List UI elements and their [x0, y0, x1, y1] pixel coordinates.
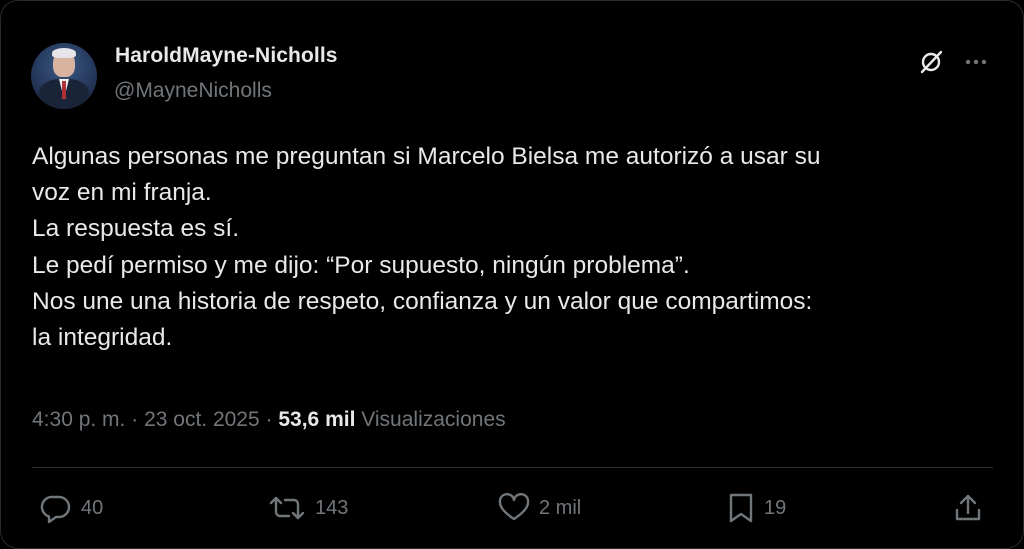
tweet-line: la integridad.: [32, 324, 173, 352]
reply-button[interactable]: 40: [39, 491, 103, 525]
meta-separator: ·: [131, 408, 139, 431]
author-handle[interactable]: @MayneNicholls: [114, 79, 272, 103]
views-label: Visualizaciones: [361, 408, 506, 431]
tweet-line: voz en mi franja.: [32, 179, 212, 207]
more-icon[interactable]: [963, 49, 989, 75]
meta-separator: ·: [265, 408, 273, 431]
bookmark-icon: [729, 493, 753, 523]
divider: [32, 467, 993, 468]
tweet-card: HaroldMayne-Nicholls @MayneNicholls Algu…: [0, 0, 1024, 549]
author-display-name[interactable]: HaroldMayne-Nicholls: [115, 44, 338, 68]
like-icon: [498, 493, 530, 521]
repost-button[interactable]: 143: [267, 491, 348, 525]
like-button[interactable]: 2 mil: [497, 491, 581, 525]
tweet-line: La respuesta es sí.: [32, 215, 240, 243]
share-button[interactable]: [953, 491, 983, 525]
grok-icon[interactable]: [918, 49, 944, 75]
tweet-time[interactable]: 4:30 p. m.: [32, 408, 125, 431]
tweet-line: Algunas personas me preguntan si Marcelo…: [32, 143, 821, 170]
views-count: 53,6 mil: [278, 408, 356, 431]
avatar-hair: [52, 48, 76, 58]
like-count: 2 mil: [539, 496, 582, 519]
bookmark-button[interactable]: 19: [726, 491, 786, 525]
share-icon: [955, 494, 981, 521]
bookmark-count: 19: [764, 496, 787, 519]
repost-count: 143: [315, 496, 349, 519]
avatar-tie: [62, 81, 66, 99]
tweet-date[interactable]: 23 oct. 2025: [144, 408, 260, 431]
avatar[interactable]: [31, 43, 97, 109]
reply-icon: [40, 495, 71, 523]
tweet-line: Le pedí permiso y me dijo: “Por supuesto…: [32, 251, 690, 279]
tweet-meta: 4:30 p. m. · 23 oct. 2025 · 53,6 mil Vis…: [32, 408, 506, 432]
reply-count: 40: [81, 496, 104, 519]
tweet-line: Nos une una historia de respeto, confian…: [32, 287, 813, 315]
repost-icon: [269, 496, 305, 520]
tweet-text: Algunas personas me preguntan si Marcelo…: [32, 139, 992, 356]
